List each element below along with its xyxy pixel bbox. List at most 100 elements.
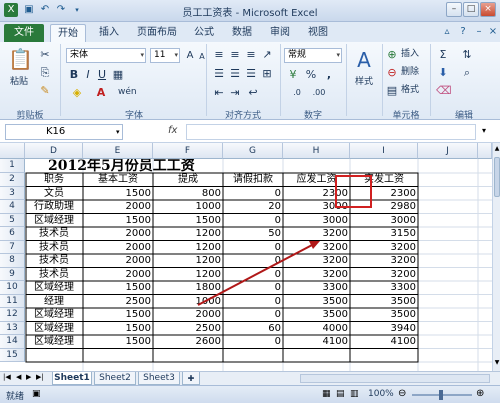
tab-data[interactable]: 数据 — [226, 24, 258, 42]
minimize-icon[interactable]: – — [446, 2, 462, 17]
sheet-tab-sheet2[interactable]: Sheet2 — [94, 372, 136, 385]
cut-icon[interactable]: ✂ — [38, 48, 52, 61]
cell-position[interactable]: 技术员 — [25, 241, 83, 254]
cell-commission[interactable]: 1200 — [153, 227, 223, 240]
cell-commission[interactable]: 1000 — [153, 295, 223, 308]
cell-base-salary[interactable]: 1500 — [83, 322, 153, 335]
tab-formulas[interactable]: 公式 — [188, 24, 220, 42]
cell-gross-salary[interactable]: 4100 — [283, 335, 350, 348]
cell-base-salary[interactable]: 1500 — [83, 335, 153, 348]
sheet-title[interactable]: 2012年5月份员工工资 — [48, 159, 348, 173]
cell-leave-deduction[interactable]: 0 — [223, 281, 283, 294]
cell-gross-salary[interactable]: 3200 — [283, 254, 350, 267]
cell-gross-salary[interactable]: 4000 — [283, 322, 350, 335]
find-select-icon[interactable]: ⌕ — [460, 66, 474, 79]
cell-base-salary[interactable]: 1500 — [83, 214, 153, 227]
cell-base-salary[interactable]: 2000 — [83, 241, 153, 254]
cell-commission[interactable]: 1200 — [153, 254, 223, 267]
column-header-g[interactable]: G — [223, 143, 283, 159]
cell-leave-deduction[interactable]: 0 — [223, 241, 283, 254]
cell-base-salary[interactable]: 2000 — [83, 227, 153, 240]
last-sheet-icon[interactable]: ▶| — [36, 373, 44, 381]
align-middle-icon[interactable]: ≡ — [228, 48, 242, 61]
row-header[interactable]: 11 — [0, 294, 25, 308]
cell-leave-deduction[interactable]: 0 — [223, 214, 283, 227]
workbook-minimize-icon[interactable]: – — [472, 25, 486, 39]
currency-icon[interactable]: ¥ — [286, 68, 300, 81]
horizontal-scrollbar[interactable] — [300, 374, 490, 383]
styles-icon[interactable]: A — [352, 46, 376, 74]
header-net-salary[interactable]: 实发工资 — [350, 173, 418, 186]
align-top-icon[interactable]: ≡ — [212, 48, 226, 61]
column-header-i[interactable]: I — [350, 143, 418, 159]
tab-review[interactable]: 审阅 — [264, 24, 296, 42]
page-break-view-icon[interactable]: ▥ — [350, 389, 359, 399]
increase-decimal-icon[interactable]: .0 — [288, 86, 306, 99]
cell-position[interactable]: 区域经理 — [25, 281, 83, 294]
row-header[interactable]: 1 — [0, 159, 25, 173]
tab-file[interactable]: 文件 — [4, 24, 44, 42]
cell-net-salary[interactable]: 3940 — [350, 322, 418, 335]
name-box[interactable]: K16 — [5, 124, 123, 140]
cell-gross-salary[interactable]: 3300 — [283, 281, 350, 294]
cell-gross-salary[interactable]: 3000 — [283, 200, 350, 213]
cell-net-salary[interactable]: 3500 — [350, 308, 418, 321]
row-header[interactable]: 6 — [0, 227, 25, 241]
borders-icon[interactable]: ▦ — [112, 68, 124, 81]
format-cells-icon[interactable]: ▤ — [386, 84, 398, 97]
wrap-text-icon[interactable]: ↩ — [246, 86, 260, 99]
cell-commission[interactable]: 2000 — [153, 308, 223, 321]
chevron-down-icon[interactable]: ▾ — [116, 128, 120, 136]
sort-filter-icon[interactable]: ⇅ — [460, 48, 474, 61]
cell-commission[interactable]: 1200 — [153, 268, 223, 281]
cell-net-salary[interactable]: 3500 — [350, 295, 418, 308]
cell-net-salary[interactable]: 3150 — [350, 227, 418, 240]
align-bottom-icon[interactable]: ≡ — [244, 48, 258, 61]
cell-base-salary[interactable]: 2000 — [83, 200, 153, 213]
paste-label[interactable]: 粘贴 — [6, 76, 32, 89]
workbook-close-icon[interactable]: × — [486, 25, 500, 39]
scroll-thumb[interactable] — [494, 157, 500, 197]
prev-sheet-icon[interactable]: ◀ — [16, 373, 21, 381]
row-header[interactable]: 14 — [0, 335, 25, 349]
paste-icon[interactable]: 📋 — [8, 46, 33, 72]
cell-net-salary[interactable]: 3200 — [350, 241, 418, 254]
cell-commission[interactable]: 2500 — [153, 322, 223, 335]
zoom-slider-thumb[interactable] — [439, 390, 443, 400]
row-header[interactable]: 2 — [0, 173, 25, 187]
tab-home[interactable]: 开始 — [50, 24, 86, 42]
cell-position[interactable]: 技术员 — [25, 227, 83, 240]
first-sheet-icon[interactable]: |◀ — [3, 373, 11, 381]
header-gross-salary[interactable]: 应发工资 — [283, 173, 350, 186]
vertical-scrollbar[interactable]: ▲ ▼ — [492, 143, 500, 371]
header-commission[interactable]: 提成 — [153, 173, 223, 186]
tab-insert[interactable]: 插入 — [92, 24, 126, 42]
page-layout-view-icon[interactable]: ▤ — [336, 389, 345, 399]
minimize-ribbon-icon[interactable]: ▵ — [440, 25, 454, 39]
sheet-tab-sheet1[interactable]: Sheet1 — [52, 372, 92, 385]
cell-commission[interactable]: 2600 — [153, 335, 223, 348]
header-leave-deduction[interactable]: 请假扣款 — [223, 173, 283, 186]
font-size-combo[interactable]: 11 ▾ — [150, 48, 180, 63]
cell-base-salary[interactable]: 1500 — [83, 281, 153, 294]
row-header[interactable]: 7 — [0, 240, 25, 254]
scroll-up-icon[interactable]: ▲ — [494, 145, 500, 153]
normal-view-icon[interactable]: ▦ — [322, 389, 331, 399]
cell-position[interactable]: 技术员 — [25, 254, 83, 267]
cell-leave-deduction[interactable]: 0 — [223, 335, 283, 348]
cell-commission[interactable]: 1800 — [153, 281, 223, 294]
cell-position[interactable]: 区域经理 — [25, 214, 83, 227]
fill-color-icon[interactable]: ◈ — [70, 86, 84, 99]
styles-label[interactable]: 样式 — [350, 76, 378, 89]
autosum-icon[interactable]: Σ — [436, 48, 450, 61]
cell-net-salary[interactable]: 3300 — [350, 281, 418, 294]
italic-icon[interactable]: I — [82, 68, 94, 81]
delete-cells-icon[interactable]: ⊖ — [386, 66, 398, 79]
merge-center-icon[interactable]: ⊞ — [260, 67, 274, 80]
insert-function-icon[interactable]: fx — [168, 125, 177, 136]
align-center-icon[interactable]: ☰ — [228, 67, 242, 80]
cell-commission[interactable]: 1200 — [153, 241, 223, 254]
comma-style-icon[interactable]: , — [322, 68, 336, 81]
cell-net-salary[interactable]: 2980 — [350, 200, 418, 213]
decrease-decimal-icon[interactable]: .00 — [310, 86, 328, 99]
